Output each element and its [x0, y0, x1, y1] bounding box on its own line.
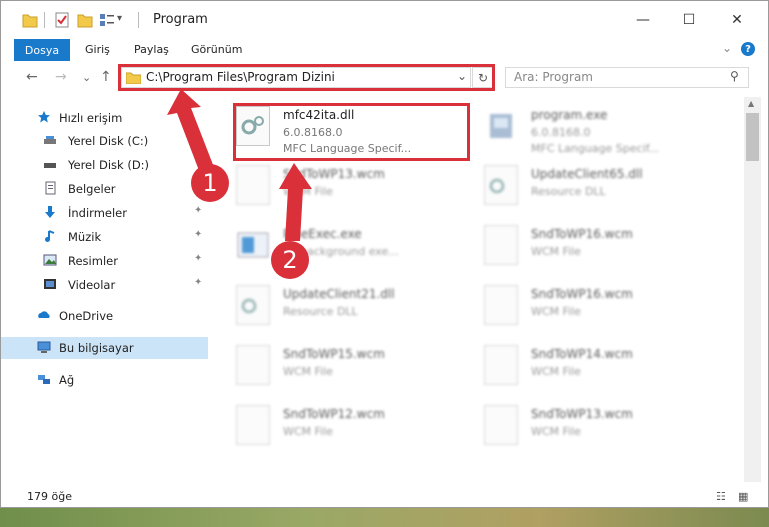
sidebar-item-network[interactable]: Ağ — [1, 369, 208, 391]
sidebar-item-label: Bu bilgisayar — [59, 341, 134, 355]
sidebar-item-label: Resimler — [68, 254, 118, 268]
sidebar-item-label: İndirmeler — [68, 206, 127, 220]
file-name: SndToWP16.wcm — [531, 227, 633, 241]
customize-qa-icon[interactable] — [99, 11, 115, 29]
documents-icon — [45, 181, 56, 195]
sidebar-item-label: OneDrive — [59, 309, 114, 323]
close-button[interactable]: ✕ — [714, 1, 760, 39]
forward-button[interactable]: → — [55, 69, 67, 85]
network-icon — [38, 375, 50, 384]
file-name: SndToWP16.wcm — [531, 287, 633, 301]
sidebar-item-label: Videolar — [68, 278, 116, 292]
tab-home[interactable]: Giriş — [85, 43, 110, 56]
videos-icon — [44, 279, 56, 289]
qa-separator — [44, 12, 45, 28]
sidebar-item-label: Hızlı erişim — [59, 111, 123, 125]
ribbon-tabs: Dosya Giriş Paylaş Görünüm ⌄ ? — [1, 39, 768, 62]
file-type: Resource DLL — [283, 305, 358, 318]
desktop-background — [0, 505, 769, 527]
step-2-badge: 2 — [271, 241, 309, 279]
document-icon — [484, 285, 518, 325]
file-type: WCM File — [283, 425, 333, 438]
ribbon-collapse-icon[interactable]: ⌄ — [722, 41, 732, 55]
scrollbar-thumb[interactable] — [746, 113, 759, 161]
help-icon[interactable]: ? — [741, 42, 755, 56]
sidebar-item-label: Müzik — [68, 230, 102, 244]
window-title: Program — [153, 12, 208, 27]
star-icon — [38, 111, 50, 123]
details-view-icon[interactable]: ☷ — [716, 490, 726, 503]
status-bar — [1, 486, 768, 508]
file-type: WCM File — [531, 305, 581, 318]
sidebar-item-label: Belgeler — [68, 182, 116, 196]
file-item[interactable]: SndToWP13.wcm WCM File — [459, 399, 699, 455]
sidebar-item-label: Yerel Disk (D:) — [68, 158, 150, 172]
sidebar-item-videos[interactable]: Videolar ✦ — [1, 274, 208, 296]
drive-icon — [44, 136, 56, 144]
file-name: SndToWP14.wcm — [531, 347, 633, 361]
drive-icon — [44, 163, 56, 168]
file-name: SndToWP13.wcm — [531, 407, 633, 421]
sidebar-item-this-pc[interactable]: Bu bilgisayar — [1, 337, 208, 359]
back-button[interactable]: ← — [26, 69, 38, 85]
file-item-program-exe[interactable]: program.exe 6.0.8168.0 MFC Language Spec… — [459, 100, 699, 156]
dll-gear-icon — [236, 285, 270, 325]
file-item[interactable]: SndToWP14.wcm WCM File — [459, 339, 699, 395]
search-input[interactable]: Ara: Program — [514, 70, 593, 84]
file-name: UpdateClient65.dll — [531, 167, 643, 181]
folder-icon — [22, 14, 38, 28]
title-bar: ▾ Program — ☐ ✕ — [1, 1, 768, 39]
file-description: MFC Language Specif... — [531, 142, 660, 155]
sidebar-item-onedrive[interactable]: OneDrive — [1, 305, 208, 327]
document-icon — [484, 225, 518, 265]
scroll-up-icon[interactable]: ▲ — [748, 99, 754, 108]
music-icon — [45, 230, 55, 242]
file-item[interactable]: UpdateClient65.dll Resource DLL — [459, 159, 699, 215]
maximize-button[interactable]: ☐ — [666, 1, 712, 39]
tab-share[interactable]: Paylaş — [134, 43, 169, 56]
dll-gear-icon — [484, 165, 518, 205]
large-icons-view-icon[interactable]: ▦ — [738, 490, 748, 503]
tab-file[interactable]: Dosya — [14, 39, 70, 61]
document-icon — [236, 405, 270, 445]
file-item[interactable]: SndToWP16.wcm WCM File — [459, 219, 699, 275]
computer-icon — [37, 341, 51, 353]
file-type: WCM File — [283, 365, 333, 378]
document-icon — [236, 345, 270, 385]
file-item[interactable]: SndToWP16.wcm WCM File — [459, 279, 699, 335]
sidebar-item-label: Yerel Disk (C:) — [68, 134, 149, 148]
recent-locations-button[interactable]: ⌄ — [82, 71, 91, 84]
file-item[interactable]: SndToWP12.wcm WCM File — [211, 399, 451, 455]
pin-icon: ✦ — [194, 277, 203, 288]
step-1-badge: 1 — [191, 164, 229, 202]
title-separator — [138, 12, 139, 28]
file-name: SndToWP12.wcm — [283, 407, 385, 421]
file-type: WCM File — [531, 425, 581, 438]
file-type: WCM File — [531, 365, 581, 378]
properties-icon[interactable] — [54, 11, 70, 29]
document-icon — [484, 345, 518, 385]
tab-view[interactable]: Görünüm — [191, 43, 242, 56]
new-folder-icon[interactable] — [77, 11, 93, 29]
cloud-icon — [38, 311, 50, 318]
file-item[interactable]: UpdateClient21.dll Resource DLL — [211, 279, 451, 335]
file-item[interactable]: SndToWP15.wcm WCM File — [211, 339, 451, 395]
pictures-icon — [43, 254, 57, 266]
document-icon — [484, 405, 518, 445]
sidebar-item-label: Ağ — [59, 373, 75, 387]
download-icon — [45, 206, 55, 218]
search-icon[interactable]: ⚲ — [730, 69, 739, 83]
file-name: SndToWP15.wcm — [283, 347, 385, 361]
exe-icon — [484, 106, 518, 146]
qa-dropdown-icon[interactable]: ▾ — [117, 13, 122, 24]
file-name: UpdateClient21.dll — [283, 287, 395, 301]
file-type: WCM File — [531, 245, 581, 258]
minimize-button[interactable]: — — [620, 1, 666, 39]
up-button[interactable]: ↑ — [100, 69, 112, 85]
file-version: 6.0.8168.0 — [531, 126, 591, 139]
file-type: Resource DLL — [531, 185, 606, 198]
item-count: 179 öğe — [27, 490, 72, 503]
file-name: program.exe — [531, 108, 608, 122]
file-explorer-window: ▾ Program — ☐ ✕ Dosya Giriş Paylaş Görün… — [0, 0, 769, 508]
